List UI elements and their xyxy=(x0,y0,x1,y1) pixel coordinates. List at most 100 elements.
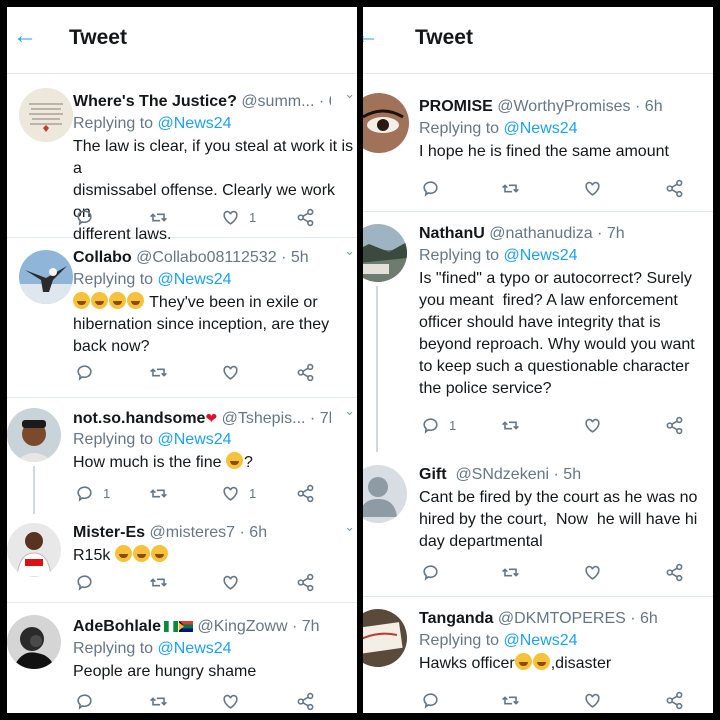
avatar[interactable] xyxy=(7,615,61,669)
heart-icon xyxy=(585,181,600,196)
share-button[interactable] xyxy=(296,484,315,503)
share-button[interactable] xyxy=(665,563,684,582)
retweet-button[interactable] xyxy=(501,179,520,198)
author-name[interactable]: Mister-Es xyxy=(73,524,145,541)
avatar[interactable] xyxy=(363,609,407,667)
reply-button[interactable] xyxy=(421,691,440,710)
share-icon xyxy=(297,363,314,382)
retweet-button[interactable] xyxy=(149,692,168,711)
retweet-button[interactable] xyxy=(149,484,168,503)
author-name[interactable]: Tanganda xyxy=(419,610,493,627)
like-button[interactable] xyxy=(221,692,240,711)
author-handle[interactable]: @KingZoww xyxy=(197,618,287,635)
hand-over-mouth-emoji-icon xyxy=(532,653,550,670)
chevron-down-icon[interactable]: ⌄ xyxy=(344,519,355,535)
author-handle[interactable]: @DKMTOPERES xyxy=(498,610,626,627)
reply-button[interactable] xyxy=(75,692,94,711)
reply-mention-link[interactable]: @News24 xyxy=(504,120,578,137)
author-name[interactable]: AdeBohlale xyxy=(73,618,161,635)
tweet-item[interactable]: Where's The Justice? @summ... · 6h Reply… xyxy=(7,74,357,243)
comment-icon xyxy=(77,694,92,710)
avatar[interactable] xyxy=(363,224,407,282)
comment-icon xyxy=(77,486,92,502)
author-handle[interactable]: @summ... xyxy=(241,93,314,110)
retweet-icon xyxy=(502,696,519,705)
reply-button[interactable] xyxy=(75,363,94,382)
reply-label: Replying to xyxy=(419,247,500,264)
reply-mention-link[interactable]: @News24 xyxy=(504,247,578,264)
retweet-button[interactable] xyxy=(149,363,168,382)
share-button[interactable] xyxy=(665,416,684,435)
reply-button[interactable]: 1 xyxy=(421,416,456,435)
like-button[interactable] xyxy=(583,416,602,435)
timestamp: · 7h xyxy=(597,225,625,242)
chevron-down-icon[interactable]: ⌄ xyxy=(344,403,355,419)
like-button[interactable] xyxy=(221,573,240,592)
share-button[interactable] xyxy=(296,208,315,227)
author-handle[interactable]: @SNdzekeni xyxy=(455,466,549,483)
like-button[interactable]: 1 xyxy=(221,484,256,503)
avatar[interactable] xyxy=(19,88,73,142)
tweet-item[interactable]: not.so.handsome❤ @Tshepis... · 7h Replyi… xyxy=(7,398,357,514)
retweet-button[interactable] xyxy=(501,691,520,710)
share-button[interactable] xyxy=(296,363,315,382)
author-handle[interactable]: @misteres7 xyxy=(149,524,235,541)
retweet-button[interactable] xyxy=(149,208,168,227)
author-handle[interactable]: @Collabo08112532 xyxy=(136,249,277,266)
share-button[interactable] xyxy=(296,573,315,592)
reply-mention-link[interactable]: @News24 xyxy=(504,632,578,649)
like-button[interactable] xyxy=(221,363,240,382)
reply-button[interactable]: 1 xyxy=(75,484,110,503)
chevron-down-icon[interactable]: ⌄ xyxy=(344,243,355,259)
like-count: 1 xyxy=(249,486,257,501)
author-handle[interactable]: @Tshepis... xyxy=(222,410,306,427)
avatar[interactable] xyxy=(7,408,61,462)
author-handle[interactable]: @nathanudiza xyxy=(489,225,592,242)
tweet-item[interactable]: PROMISE @WorthyPromises · 6h Replying to… xyxy=(363,81,713,212)
reply-mention-link[interactable]: @News24 xyxy=(158,431,232,448)
timestamp: · 7h xyxy=(309,410,331,427)
retweet-button[interactable] xyxy=(149,573,168,592)
tweet-item[interactable]: Gift @SNdzekeni · 5h Cant be fired by th… xyxy=(363,453,713,597)
author-name[interactable]: Collabo xyxy=(73,249,132,266)
retweet-button[interactable] xyxy=(501,416,520,435)
author-name[interactable]: not.so.handsome xyxy=(73,410,205,427)
avatar[interactable] xyxy=(363,465,407,523)
tweet-item[interactable]: Tanganda @DKMTOPERES · 6h Replying to @N… xyxy=(363,597,713,713)
author-name[interactable]: Where's The Justice? xyxy=(73,93,237,110)
author-name[interactable]: Gift xyxy=(419,466,447,483)
heart-icon xyxy=(223,365,238,380)
avatar[interactable] xyxy=(363,93,409,153)
reply-label: Replying to xyxy=(73,431,154,448)
tweet-item[interactable]: NathanU @nathanudiza · 7h Replying to @N… xyxy=(363,212,713,452)
reply-button[interactable] xyxy=(75,573,94,592)
author-name[interactable]: NathanU xyxy=(419,225,485,242)
reply-mention-link[interactable]: @News24 xyxy=(158,115,232,132)
share-button[interactable] xyxy=(665,179,684,198)
tweet-item[interactable]: Mister-Es @misteres7 · 6h R15k ⌄ xyxy=(7,509,357,603)
author-handle[interactable]: @WorthyPromises xyxy=(497,98,630,115)
reply-button[interactable] xyxy=(421,563,440,582)
back-arrow-icon[interactable]: ← xyxy=(363,23,379,49)
back-arrow-icon[interactable]: ← xyxy=(13,23,37,49)
reply-button[interactable] xyxy=(421,179,440,198)
share-button[interactable] xyxy=(665,691,684,710)
tweet-item[interactable]: AdeBohlale @KingZoww · 7h Replying to @N… xyxy=(7,603,357,713)
retweet-button[interactable] xyxy=(501,563,520,582)
avatar[interactable] xyxy=(19,250,73,304)
timestamp: · 6h xyxy=(318,93,331,110)
share-button[interactable] xyxy=(296,692,315,711)
like-button[interactable]: 1 xyxy=(221,208,256,227)
reply-button[interactable] xyxy=(75,208,94,227)
author-name[interactable]: PROMISE xyxy=(419,98,493,115)
avatar[interactable] xyxy=(7,523,61,577)
like-button[interactable] xyxy=(583,691,602,710)
reply-mention-link[interactable]: @News24 xyxy=(158,640,232,657)
tweet-item[interactable]: Collabo @Collabo08112532 · 5h Replying t… xyxy=(7,238,357,398)
chevron-down-icon[interactable]: ⌄ xyxy=(344,86,355,102)
like-button[interactable] xyxy=(583,563,602,582)
heart-icon xyxy=(223,486,238,501)
reply-mention-link[interactable]: @News24 xyxy=(158,271,232,288)
like-button[interactable] xyxy=(583,179,602,198)
tweet-text-suffix: ? xyxy=(243,454,253,471)
